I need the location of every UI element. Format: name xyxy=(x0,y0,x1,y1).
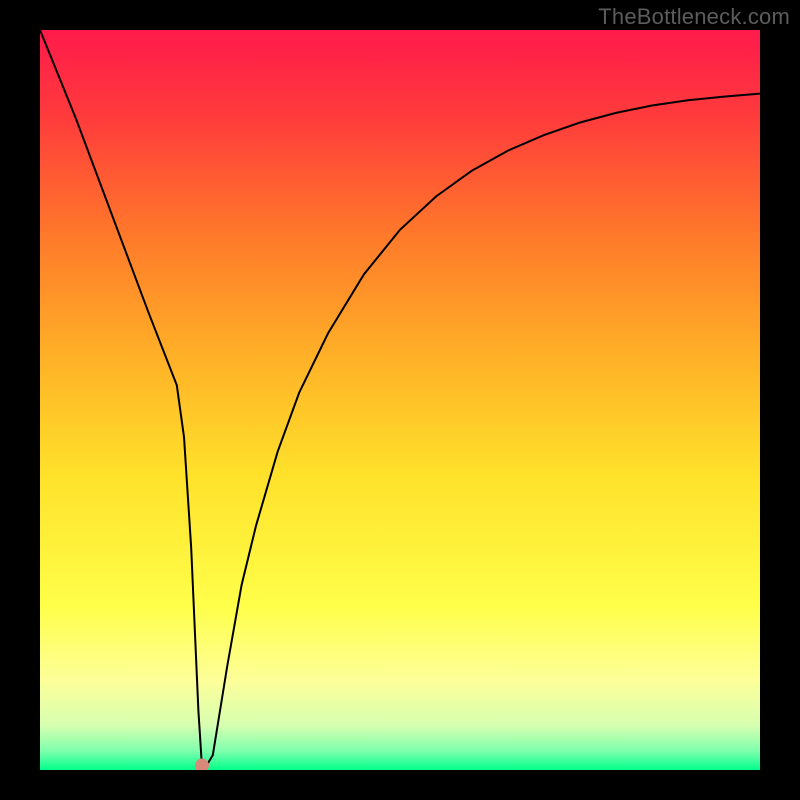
chart-svg xyxy=(40,30,760,770)
gradient-background xyxy=(40,30,760,770)
attribution-text: TheBottleneck.com xyxy=(598,4,790,30)
plot-area xyxy=(40,30,760,770)
chart-frame: TheBottleneck.com xyxy=(0,0,800,800)
